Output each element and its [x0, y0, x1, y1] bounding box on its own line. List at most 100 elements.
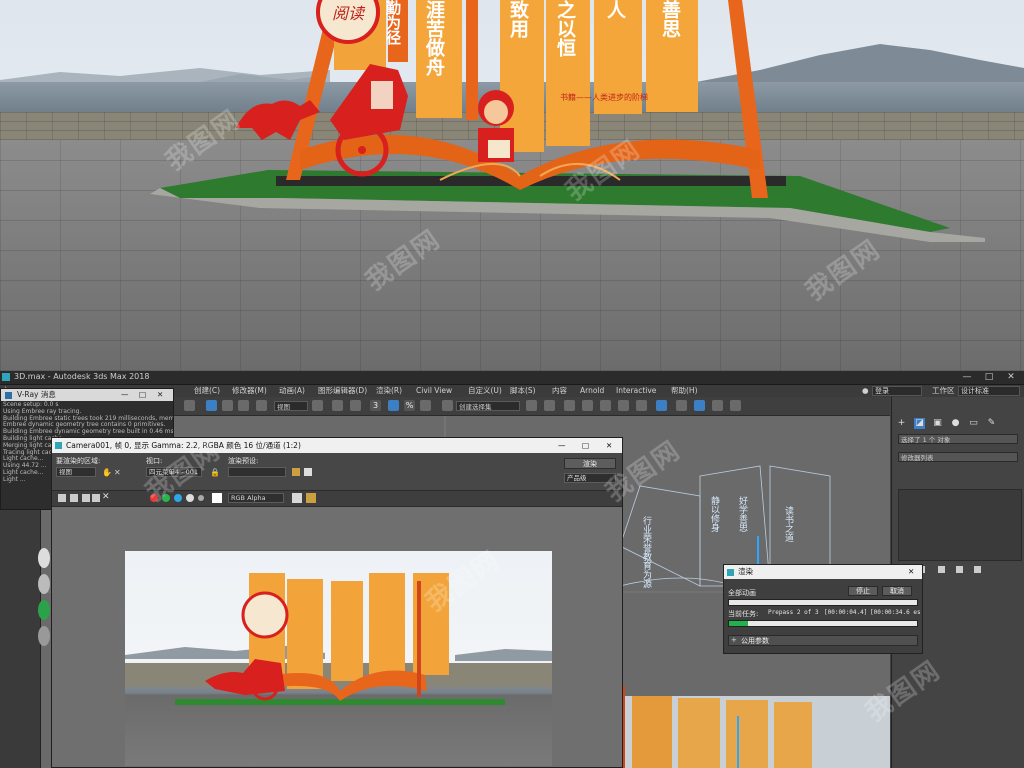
menu-interactive[interactable]: Interactive	[616, 385, 656, 397]
environment-small-icon[interactable]	[304, 468, 312, 476]
material-sphere-2[interactable]	[38, 574, 50, 594]
reference-coord-dropdown[interactable]: 视图	[274, 401, 308, 411]
display-toggle-icon[interactable]	[292, 493, 302, 503]
render-activeshade-icon[interactable]	[730, 400, 741, 411]
material-sphere-1[interactable]	[38, 548, 50, 568]
rendered-frame-icon[interactable]	[676, 400, 687, 411]
vray-minimize-button[interactable]: —	[121, 389, 129, 401]
select-manipulate-icon[interactable]	[332, 400, 343, 411]
modifier-list-dropdown[interactable]: 修改器列表	[898, 452, 1018, 462]
lock-icon[interactable]: 🔒	[210, 468, 220, 477]
scene-explorer-icon[interactable]	[582, 400, 593, 411]
layer-explorer-icon[interactable]	[564, 400, 575, 411]
menu-content[interactable]: 内容	[552, 385, 567, 397]
render-button[interactable]: 渲染	[564, 458, 616, 469]
menu-create[interactable]: 创建(C)	[194, 385, 220, 397]
vray-maximize-button[interactable]: □	[139, 389, 146, 401]
material-sphere-3[interactable]	[38, 600, 50, 620]
menu-help[interactable]: 帮助(H)	[671, 385, 698, 397]
sign-text-5: 人	[604, 0, 626, 19]
scale-icon[interactable]	[238, 400, 249, 411]
configure-modifier-icon[interactable]	[974, 566, 981, 573]
curve-editor-icon[interactable]	[600, 400, 611, 411]
material-editor-icon[interactable]	[636, 400, 647, 411]
vray-close-button[interactable]: ✕	[157, 389, 163, 401]
workspace-dropdown[interactable]: 设计标准	[958, 386, 1020, 396]
auto-region-icon[interactable]: ✕	[114, 468, 121, 477]
login-dropdown[interactable]: 登录	[872, 386, 922, 396]
align-icon[interactable]	[544, 400, 555, 411]
material-sphere-4[interactable]	[38, 626, 50, 646]
channel-dropdown[interactable]: RGB Alpha	[228, 493, 284, 503]
display-tab-icon[interactable]: ▭	[968, 418, 979, 429]
viewport-dropdown[interactable]: 四元菜单4 - 001	[146, 467, 202, 477]
selection-info: 选择了 1 个 对象	[898, 434, 1018, 444]
clear-icon[interactable]: ✕	[102, 492, 110, 502]
modifier-stack[interactable]	[898, 489, 1022, 561]
total-progress-bar	[728, 599, 918, 606]
keyboard-shortcut-icon[interactable]	[350, 400, 361, 411]
schematic-view-icon[interactable]	[618, 400, 629, 411]
progress-title: 渲染	[738, 567, 753, 576]
angle-snap-icon[interactable]	[388, 400, 399, 411]
select-icon[interactable]	[184, 400, 195, 411]
cancel-button[interactable]: 取消	[882, 586, 912, 596]
menu-animation[interactable]: 动画(A)	[279, 385, 305, 397]
frame-close-button[interactable]: ✕	[606, 438, 612, 453]
render-iterative-icon[interactable]	[712, 400, 723, 411]
frame-minimize-button[interactable]: —	[558, 438, 566, 453]
render-production-icon[interactable]	[694, 400, 705, 411]
product-level-dropdown[interactable]: 产品级	[564, 473, 616, 483]
render-setup-small-icon[interactable]	[292, 468, 300, 476]
pivot-icon[interactable]	[312, 400, 323, 411]
render-setup-icon[interactable]	[656, 400, 667, 411]
user-icon[interactable]: ●	[862, 385, 869, 397]
menu-arnold[interactable]: Arnold	[580, 385, 604, 397]
vfb-icon[interactable]	[306, 493, 316, 503]
swatch-icon[interactable]	[212, 493, 222, 503]
green-channel-icon[interactable]	[162, 494, 170, 502]
alpha-channel-icon[interactable]	[186, 494, 194, 502]
copy-image-icon[interactable]	[70, 494, 78, 502]
menu-scripting[interactable]: 脚本(S)	[510, 385, 536, 397]
create-tab-icon[interactable]: +	[896, 418, 907, 429]
progress-close-button[interactable]: ✕	[908, 565, 914, 579]
rotate-icon[interactable]	[222, 400, 233, 411]
red-channel-icon[interactable]	[150, 494, 158, 502]
blue-channel-icon[interactable]	[174, 494, 182, 502]
maximize-button[interactable]: □	[978, 371, 1000, 384]
make-unique-icon[interactable]	[938, 566, 945, 573]
named-selection-dropdown[interactable]: 创建选择集	[456, 401, 520, 411]
rendered-sign	[125, 573, 552, 705]
menu-civil-view[interactable]: Civil View	[416, 385, 452, 397]
minimize-button[interactable]: —	[956, 371, 978, 384]
clone-frame-icon[interactable]	[82, 494, 90, 502]
mirror-icon[interactable]	[526, 400, 537, 411]
move-icon[interactable]	[206, 400, 217, 411]
menu-customize[interactable]: 自定义(U)	[468, 385, 502, 397]
hierarchy-tab-icon[interactable]: ▣	[932, 418, 943, 429]
place-icon[interactable]	[256, 400, 267, 411]
pause-button[interactable]: 停止	[848, 586, 878, 596]
save-image-icon[interactable]	[58, 494, 66, 502]
menu-graph-editors[interactable]: 图形编辑器(D)	[318, 385, 367, 397]
menu-rendering[interactable]: 渲染(R)	[376, 385, 402, 397]
percent-snap-icon[interactable]: %	[404, 400, 415, 411]
preset-dropdown[interactable]	[228, 467, 286, 477]
mono-channel-icon[interactable]	[198, 495, 204, 501]
modify-tab-icon[interactable]: ◪	[914, 418, 925, 429]
motion-tab-icon[interactable]: ●	[950, 418, 961, 429]
area-dropdown[interactable]: 视图	[56, 467, 96, 477]
spinner-snap-icon[interactable]	[420, 400, 431, 411]
snap-toggle-icon[interactable]: 3	[370, 400, 381, 411]
edit-region-icon[interactable]: ✋	[102, 468, 112, 477]
print-icon[interactable]	[92, 494, 100, 502]
common-params-rollout[interactable]: + 公用参数	[728, 635, 918, 646]
menu-modifiers[interactable]: 修改器(M)	[232, 385, 267, 397]
edit-named-sel-icon[interactable]	[442, 400, 453, 411]
remove-modifier-icon[interactable]	[956, 566, 963, 573]
close-button[interactable]: ✕	[1000, 371, 1022, 384]
utilities-tab-icon[interactable]: ✎	[986, 418, 997, 429]
frame-maximize-button[interactable]: □	[582, 438, 589, 453]
current-task-label: 当前任务:	[728, 610, 759, 618]
